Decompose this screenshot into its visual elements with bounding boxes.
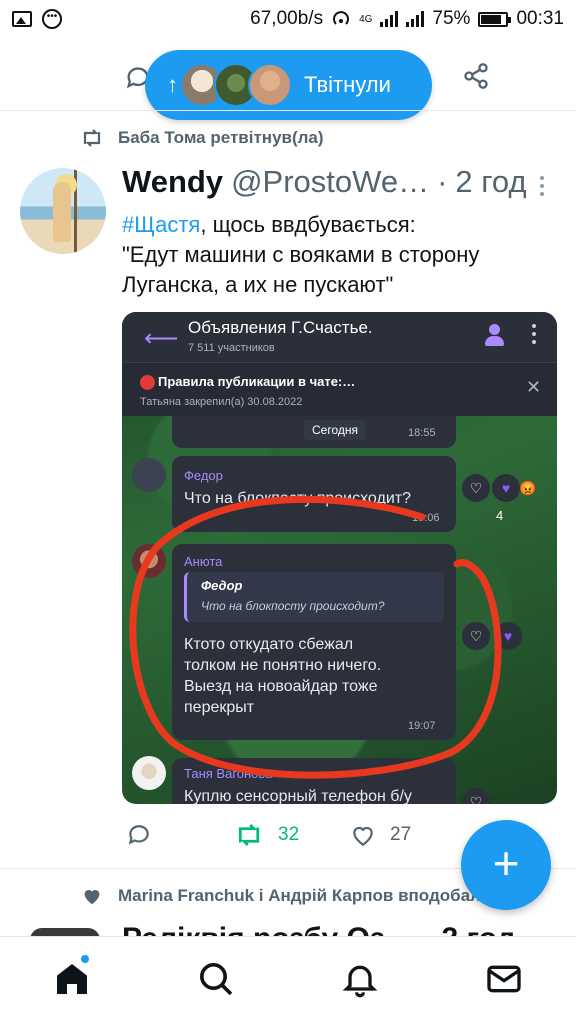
reply-icon [128, 825, 149, 845]
tweet-header: Wendy @ProstoWe… · 2 год [122, 164, 527, 200]
messages-envelope-icon[interactable] [484, 959, 524, 999]
share-icon[interactable] [462, 62, 490, 90]
battery-percent: 75% [432, 8, 471, 29]
author-name[interactable]: Wendy [122, 164, 223, 200]
home-icon[interactable] [52, 959, 92, 999]
plus-icon: + [492, 837, 520, 889]
clock: 00:31 [516, 8, 564, 29]
divider [0, 110, 576, 111]
separator: · [437, 164, 448, 199]
retweet-icon [83, 129, 101, 147]
status-bar: ••• 67,00b/s 4G 75% 00:31 [0, 0, 576, 38]
search-icon[interactable] [196, 959, 236, 999]
hashtag-link[interactable]: #Щастя [122, 212, 200, 237]
battery-icon [478, 11, 512, 27]
tweet-line-3: Луганска, а их не пускают" [122, 272, 394, 297]
network-type: 4G [359, 13, 373, 25]
retweet-context[interactable]: Баба Тома ретвітнув(ла) [80, 128, 324, 148]
avatar [248, 63, 292, 107]
retweet-icon [238, 824, 260, 846]
liked-context[interactable]: Marina Franchuk і Андрій Карпов вподобал… [80, 885, 491, 907]
notification-dot [81, 955, 89, 963]
heart-icon [353, 826, 373, 847]
avatar[interactable] [20, 168, 106, 254]
signal-icon-2 [406, 11, 425, 27]
tweet-image[interactable]: Сегодня 18:55 ⟵ Объявления Г.Счастье. 7 … [122, 312, 557, 804]
network-speed: 67,00b/s [250, 8, 324, 29]
retweet-count: 32 [278, 824, 300, 845]
bottom-navigation [0, 936, 576, 1024]
author-handle[interactable]: @ProstoWe… [231, 164, 429, 200]
notifications-bell-icon[interactable] [340, 959, 380, 999]
red-annotation-loop [129, 495, 502, 779]
tweet-line-1: , щось ввдбувається: [200, 212, 416, 237]
next-tweet-author[interactable]: Реліквія розбу Оз… · 2 год [122, 922, 516, 936]
signal-icon [380, 11, 399, 27]
new-tweets-label: Твітнули [304, 72, 391, 97]
tweet-line-2: "Едут машини с вояками в сторону [122, 242, 480, 267]
retweet-context-label: Баба Тома ретвітнув(ла) [118, 128, 324, 147]
reply-button[interactable] [126, 822, 152, 848]
hotspot-icon [333, 11, 349, 25]
like-button[interactable]: 27 [350, 822, 411, 848]
heart-filled-icon [84, 890, 100, 905]
retweet-button[interactable]: 32 [234, 822, 299, 848]
like-count: 27 [390, 824, 412, 845]
compose-tweet-button[interactable]: + [461, 820, 551, 910]
more-notifications-icon: ••• [42, 9, 62, 29]
gallery-icon [12, 11, 32, 27]
arrow-up-icon: ↑ [167, 72, 178, 97]
more-options-icon[interactable] [540, 176, 544, 200]
tweet-time: 2 год [455, 164, 527, 199]
tweet-text: #Щастя, щось ввдбувається: "Едут машини … [122, 210, 562, 300]
liked-context-label: Marina Franchuk і Андрій Карпов вподобал… [118, 886, 492, 905]
